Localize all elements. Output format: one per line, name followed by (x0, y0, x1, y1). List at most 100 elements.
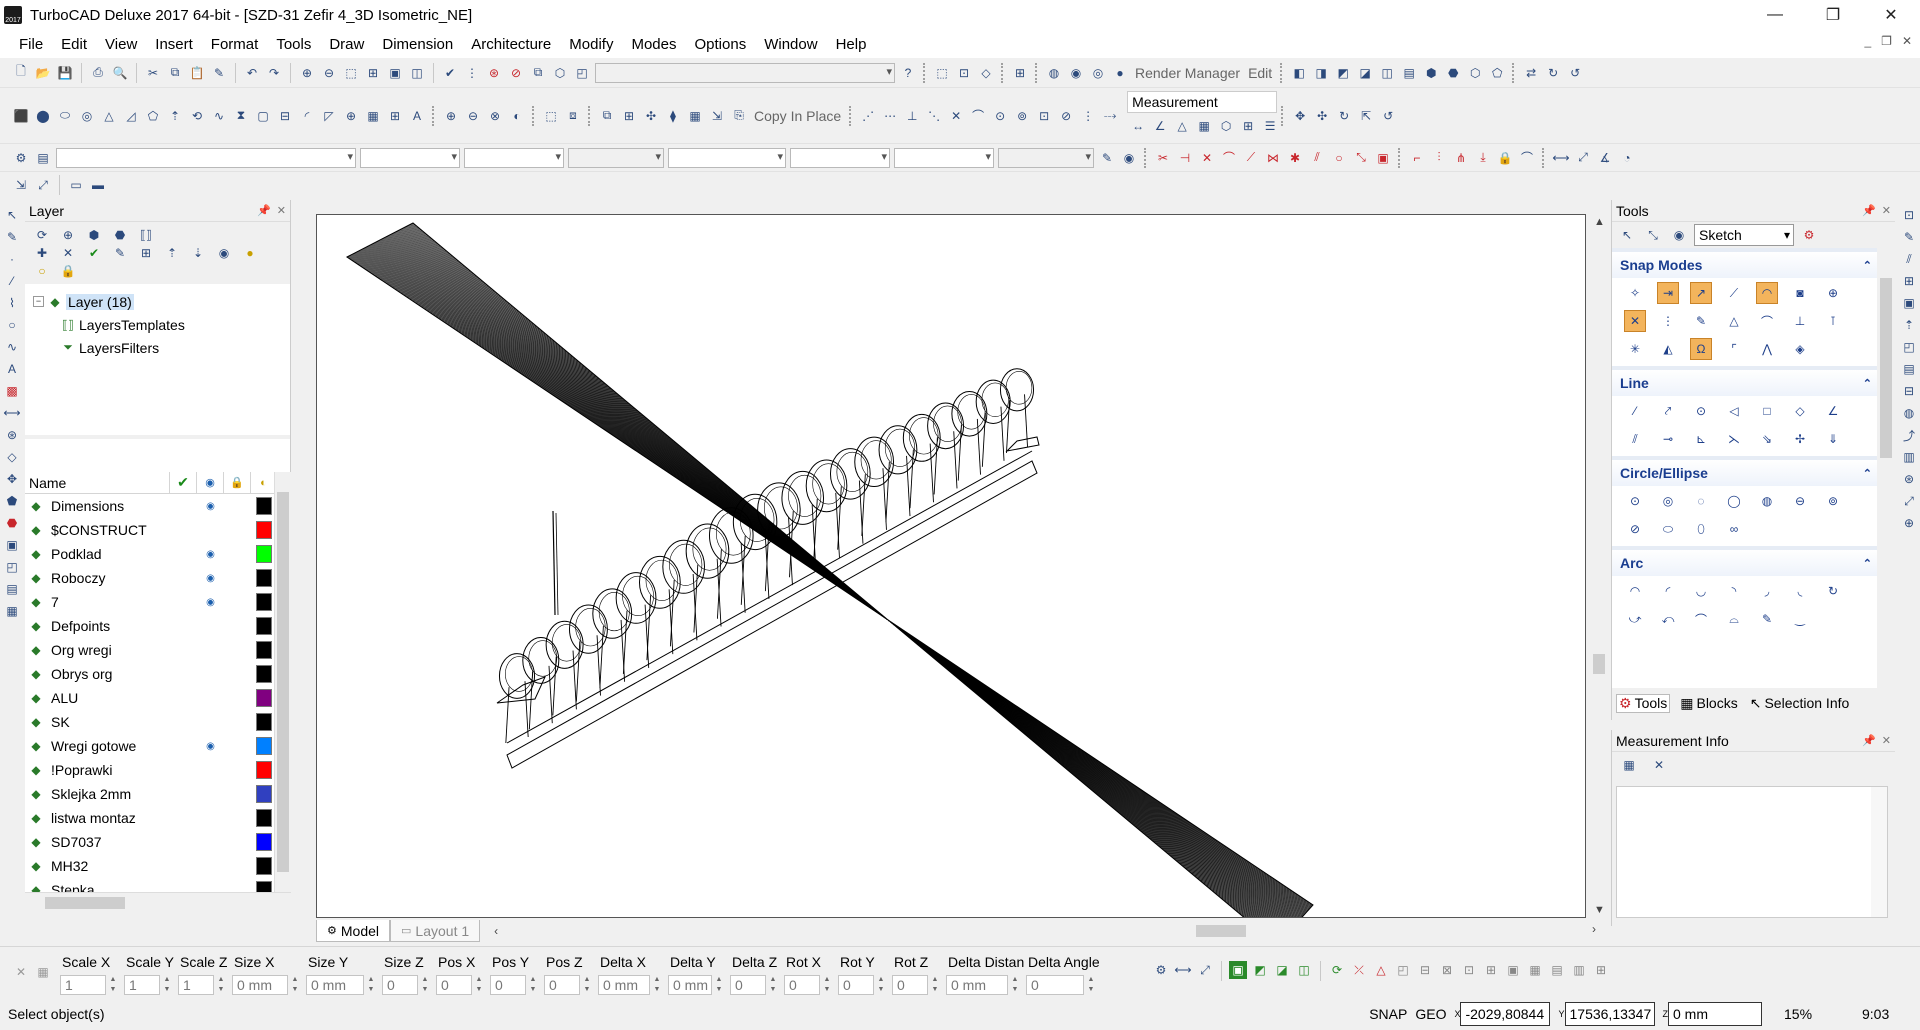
view-top-icon[interactable]: ◧ (1290, 64, 1308, 82)
lock-icon[interactable]: 🔒 (1496, 149, 1514, 167)
tools-mode-select[interactable]: Sketch (1694, 224, 1794, 246)
eye-icon[interactable]: ◉ (197, 597, 224, 608)
snap-node-icon[interactable]: ⊚ (1013, 107, 1031, 125)
view-left-icon[interactable]: ◪ (1356, 64, 1374, 82)
layer-down-icon[interactable]: ⇣ (187, 244, 209, 262)
wedge-icon[interactable]: ◿ (122, 107, 140, 125)
linear-copy-icon[interactable]: ⊞ (620, 107, 638, 125)
scroll-thumb[interactable] (1196, 925, 1246, 937)
layer-row[interactable]: ◆Org wregi– (25, 638, 291, 662)
line-arrow-icon[interactable]: ⇘ (1756, 428, 1778, 450)
layer-visible-icon[interactable]: ◉ (213, 244, 235, 262)
fillet-icon[interactable]: ⌒ (1220, 149, 1238, 167)
layer-add-icon[interactable]: ✚ (31, 244, 53, 262)
shape-icon[interactable]: ◇ (3, 448, 21, 466)
tools-settings-icon[interactable]: ⚙ (1800, 226, 1818, 244)
expand-icon[interactable]: ⇲ (12, 176, 30, 194)
panel-close-icon[interactable]: ✕ (1882, 204, 1891, 217)
ellipse-fixed-icon[interactable]: ∞ (1723, 518, 1745, 540)
arc-rotate-icon[interactable]: ↻ (1822, 580, 1844, 602)
color-swatch[interactable] (256, 857, 272, 875)
ellipse-rotated-icon[interactable]: ⬯ (1690, 518, 1712, 540)
snap-toggle-icon[interactable]: ⊛ (485, 64, 503, 82)
grid-icon[interactable]: ⋮ (463, 64, 481, 82)
edit-tool-icon[interactable]: ✎ (3, 228, 21, 246)
spinner-icon[interactable]: ▲ ▼ (1084, 975, 1098, 995)
chamfer-3d-icon[interactable]: ◸ (320, 107, 338, 125)
properties-icon[interactable]: ▤ (34, 149, 52, 167)
torus-icon[interactable]: ◎ (78, 107, 96, 125)
vector-copy-icon[interactable]: ⇲ (708, 107, 726, 125)
render-tool-icon[interactable]: ◰ (3, 558, 21, 576)
c-tool-11-icon[interactable]: ◰ (1394, 961, 1412, 979)
layer-bulb-icon[interactable]: ● (239, 244, 261, 262)
line-multi-icon[interactable]: ⤤ (1657, 400, 1679, 422)
circle-multi-icon[interactable]: ⊚ (1822, 490, 1844, 512)
workplane-icon[interactable]: ◰ (573, 64, 591, 82)
line-parallel-icon[interactable]: ⫽ (1624, 428, 1646, 450)
arc-fixed-icon[interactable]: ⌒ (1690, 608, 1712, 630)
print-icon[interactable]: ⎙ (89, 64, 107, 82)
snap-middle-icon[interactable]: ⟋ (1723, 282, 1745, 304)
coord-input[interactable]: 0 mm (598, 975, 650, 995)
tree-node-templates[interactable]: ⟦⟧ LayersTemplates (33, 313, 282, 336)
move-tool-icon[interactable]: ✥ (3, 470, 21, 488)
zoom-out-icon[interactable]: ⊖ (320, 64, 338, 82)
snap-magnet-on-icon[interactable]: Ω (1690, 338, 1712, 360)
snap-color-icon[interactable]: ◭ (1657, 338, 1679, 360)
spinner-icon[interactable]: ▲ ▼ (418, 975, 432, 995)
line-diamond-icon[interactable]: ◇ (1789, 400, 1811, 422)
explode-2d-icon[interactable]: ✱ (1286, 149, 1304, 167)
new-file-icon[interactable]: 🗋 (12, 64, 30, 82)
offset-icon[interactable]: ⫽ (1308, 149, 1326, 167)
arc-pencil-icon[interactable]: ✎ (1756, 608, 1778, 630)
box-edit-icon[interactable]: ▣ (1374, 149, 1392, 167)
layer-row[interactable]: ◆7◉– (25, 590, 291, 614)
table-icon[interactable]: ▦ (1620, 756, 1638, 774)
coord-input[interactable]: 1 (178, 975, 214, 995)
print-preview-icon[interactable]: 🔍 (111, 64, 129, 82)
revolve-icon[interactable]: ⟲ (188, 107, 206, 125)
line-tangent-icon[interactable]: ⊸ (1657, 428, 1679, 450)
measure-volume-icon[interactable]: ⬡ (1217, 117, 1235, 135)
c-tool-3-icon[interactable]: ⤢ (1196, 961, 1214, 979)
c-tool-4-icon[interactable]: ▣ (1229, 961, 1247, 979)
c-tool-6-icon[interactable]: ◪ (1273, 961, 1291, 979)
color-swatch[interactable] (256, 641, 272, 659)
r-tool-6-icon[interactable]: ⇡ (1900, 316, 1918, 334)
dim-radial-icon[interactable]: ◔ (1618, 149, 1636, 167)
extend-icon[interactable]: ⊣ (1176, 149, 1194, 167)
keyboard-icon[interactable]: ▦ (34, 963, 52, 981)
c-tool-8-icon[interactable]: ⟳ (1328, 961, 1346, 979)
spinner-icon[interactable]: ▲ ▼ (928, 975, 942, 995)
tab-blocks[interactable]: ▦ Blocks (1678, 695, 1739, 712)
spinner-icon[interactable]: ▲ ▼ (214, 975, 228, 995)
measurement-vscroll[interactable] (1871, 787, 1887, 917)
pin-icon[interactable]: 📌 (1862, 734, 1876, 747)
tab-selection-info[interactable]: ↖ Selection Info (1748, 695, 1852, 712)
copy-in-place-label[interactable]: Copy In Place (754, 108, 841, 124)
text-3d-icon[interactable]: A (408, 107, 426, 125)
cut-icon[interactable]: ✂ (144, 64, 162, 82)
r-tool-2-icon[interactable]: ✎ (1900, 228, 1918, 246)
column-visible-icon[interactable]: ◉ (197, 471, 224, 494)
spinner-icon[interactable]: ▲ ▼ (874, 975, 888, 995)
trim-icon[interactable]: ✂ (1154, 149, 1172, 167)
coord-input[interactable]: 0 mm (946, 975, 1008, 995)
color-swatch[interactable] (256, 593, 272, 611)
menu-view[interactable]: View (96, 36, 146, 53)
explode-icon[interactable]: ⬚ (542, 107, 560, 125)
orbit-icon[interactable]: ↻ (1544, 64, 1562, 82)
snap-quad-icon[interactable]: ⋱ (925, 107, 943, 125)
restore-button[interactable]: ❐ (1804, 0, 1862, 30)
layer-row[interactable]: ◆listwa montaz– (25, 806, 291, 830)
circle-2pt-icon[interactable]: ⊖ (1789, 490, 1811, 512)
fillet-3d-icon[interactable]: ◜ (298, 107, 316, 125)
arc-through-icon[interactable]: ⤻ (1624, 608, 1646, 630)
group-header[interactable]: Snap Modes ⌃ (1612, 252, 1878, 278)
material-icon[interactable]: ◉ (1120, 149, 1138, 167)
arc-concentric-icon[interactable]: ◞ (1756, 580, 1778, 602)
color-combo[interactable] (360, 147, 460, 168)
tools-vscroll[interactable] (1877, 248, 1895, 688)
layer-table-hscroll[interactable] (25, 892, 291, 912)
